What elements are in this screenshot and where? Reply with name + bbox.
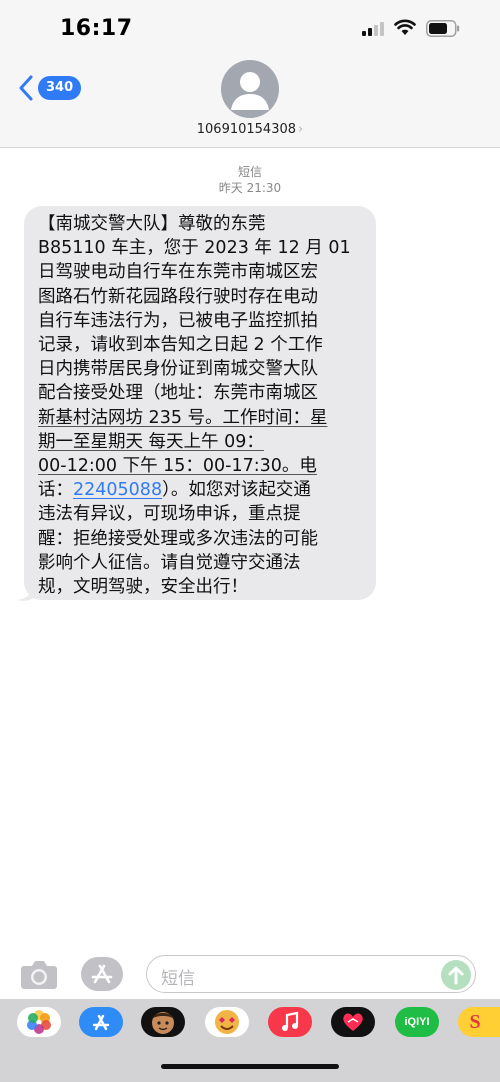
message-text: ）。如您对该起交通	[162, 480, 311, 501]
message-timestamp: 昨天 21:30	[218, 181, 282, 195]
message-line: 配合接受处理（地址：东莞市南城区	[38, 383, 318, 404]
music-icon[interactable]	[268, 1007, 312, 1037]
conversation-header: 340 106910154308 ›	[0, 58, 500, 148]
wifi-icon	[394, 19, 416, 35]
photos-icon[interactable]	[17, 1007, 61, 1037]
animoji-icon[interactable]	[205, 1007, 249, 1037]
message-line-with-phone: 话：22405088）。如您对该起交通	[38, 478, 364, 502]
incoming-message-bubble[interactable]: 【南城交警大队】尊敬的东莞 B85110 车主，您于 2023 年 12 月 0…	[24, 206, 376, 600]
send-button[interactable]	[441, 960, 471, 990]
contact-name-button[interactable]: 106910154308 ›	[0, 122, 500, 137]
message-line: 醒：拒绝接受处理或多次违法的可能	[38, 528, 318, 549]
cellular-signal-icon	[362, 22, 386, 36]
message-line: B85110 车主，您于 2023 年 12 月 01	[38, 238, 351, 259]
status-time: 16:17	[60, 16, 133, 41]
battery-icon	[426, 20, 460, 37]
message-line: 自行车违法行为，已被电子监控抓拍	[38, 310, 318, 331]
sohu-icon[interactable]: S	[458, 1007, 500, 1037]
app-store-icon[interactable]	[79, 1007, 123, 1037]
message-line: 日内携带居民身份证到南城交警大队	[38, 359, 318, 380]
message-line: 违法有异议，可现场申诉，重点提	[38, 504, 301, 525]
unread-count-badge: 340	[38, 76, 82, 100]
message-line: 规，文明驾驶，安全出行！	[38, 577, 248, 598]
message-input[interactable]: 短信	[146, 955, 476, 993]
message-line: 影响个人征信。请自觉遵守交通法	[38, 552, 301, 573]
message-line: 00-12:00 下午 15：00-17:30。电	[38, 456, 317, 477]
chevron-left-icon	[19, 75, 33, 101]
camera-icon[interactable]	[20, 958, 58, 990]
message-line: 期一至星期天 每天上午 09：	[38, 431, 264, 452]
contact-number: 106910154308	[196, 122, 297, 137]
message-line: 记录，请收到本告知之日起 2 个工作	[38, 335, 323, 356]
sohu-label: S	[469, 1010, 481, 1033]
imessage-app-drawer: iQIYI S	[0, 999, 500, 1082]
messages-screen: 16:17 340 106910154308 › 短信 昨天 21:30 【南城…	[0, 0, 500, 1082]
iqiyi-label: iQIYI	[404, 1016, 430, 1028]
message-line: 图路石竹新花园路段行驶时存在电动	[38, 286, 318, 307]
memoji-icon[interactable]	[141, 1007, 185, 1037]
iqiyi-icon[interactable]: iQIYI	[395, 1007, 439, 1037]
status-bar: 16:17	[0, 0, 500, 58]
phone-number-link[interactable]: 22405088	[73, 480, 162, 500]
message-text: 话：	[38, 480, 73, 501]
contact-avatar[interactable]	[221, 60, 279, 118]
input-placeholder: 短信	[161, 969, 195, 989]
message-line: 【南城交警大队】尊敬的东莞	[38, 214, 266, 234]
person-icon	[231, 72, 269, 110]
heart-app-icon[interactable]	[331, 1007, 375, 1037]
chevron-right-icon: ›	[298, 122, 304, 137]
app-store-drawer-icon[interactable]	[80, 956, 124, 992]
message-line: 日驾驶电动自行车在东莞市南城区宏	[38, 262, 318, 283]
arrow-up-icon	[448, 966, 464, 985]
service-label: 短信	[237, 165, 262, 179]
home-indicator[interactable]	[161, 1064, 339, 1069]
message-line: 新基村沽网坊 235 号。工作时间：星	[38, 407, 328, 428]
message-meta: 短信 昨天 21:30	[0, 164, 500, 196]
back-button[interactable]: 340	[18, 74, 82, 102]
